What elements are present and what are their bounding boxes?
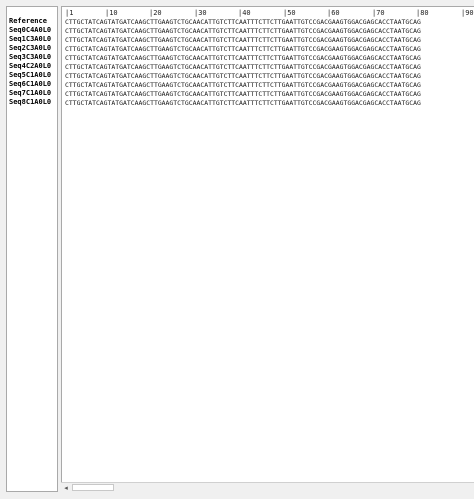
position-ruler: |1 |10 |20 |30 |40 |50 |60 |70 |80 |90 — [62, 9, 474, 18]
ruler-tick: |60 — [327, 9, 340, 17]
ruler-tick: |80 — [416, 9, 429, 17]
sequence-name-reference[interactable]: Reference — [9, 17, 51, 26]
ruler-tick: |20 — [149, 9, 162, 17]
sequence-name[interactable]: Seq1C3A0L0 — [9, 35, 51, 44]
sequence-names-list: Reference Seq0C4A0L0 Seq1C3A0L0 Seq2C3A0… — [9, 17, 51, 107]
sequence-name[interactable]: Seq4C2A0L0 — [9, 62, 51, 71]
arrow-left-icon[interactable]: ◂ — [61, 483, 71, 493]
sequence-row[interactable]: CTTGCTATCAGTATGATCAAGCTTGAAGTCTGCAACATTG… — [65, 45, 421, 54]
sequence-name[interactable]: Seq8C1A0L0 — [9, 98, 51, 107]
sequence-name[interactable]: Seq2C3A0L0 — [9, 44, 51, 53]
ruler-tick: |70 — [372, 9, 385, 17]
sequence-row[interactable]: CTTGCTATCAGTATGATCAAGCTTGAAGTCTGCAACATTG… — [65, 81, 421, 90]
sequence-row[interactable]: CTTGCTATCAGTATGATCAAGCTTGAAGTCTGCAACATTG… — [65, 27, 421, 36]
sequence-row[interactable]: CTTGCTATCAGTATGATCAAGCTTGAAGTCTGCAACATTG… — [65, 36, 421, 45]
sequence-name[interactable]: Seq5C1A0L0 — [9, 71, 51, 80]
sequence-names-panel: Reference Seq0C4A0L0 Seq1C3A0L0 Seq2C3A0… — [6, 6, 58, 492]
sequence-rows: CTTGCTATCAGTATGATCAAGCTTGAAGTCTGCAACATTG… — [65, 18, 421, 108]
sequence-name[interactable]: Seq0C4A0L0 — [9, 26, 51, 35]
scrollbar-thumb[interactable] — [72, 484, 114, 491]
sequence-row-reference[interactable]: CTTGCTATCAGTATGATCAAGCTTGAAGTCTGCAACATTG… — [65, 18, 421, 27]
ruler-tick: |30 — [194, 9, 207, 17]
sequence-row[interactable]: CTTGCTATCAGTATGATCAAGCTTGAAGTCTGCAACATTG… — [65, 90, 421, 99]
horizontal-scrollbar[interactable]: ◂ — [61, 482, 474, 493]
sequence-row[interactable]: CTTGCTATCAGTATGATCAAGCTTGAAGTCTGCAACATTG… — [65, 72, 421, 81]
sequence-row[interactable]: CTTGCTATCAGTATGATCAAGCTTGAAGTCTGCAACATTG… — [65, 63, 421, 72]
sequence-name[interactable]: Seq7C1A0L0 — [9, 89, 51, 98]
sequence-name[interactable]: Seq6C1A0L0 — [9, 80, 51, 89]
ruler-tick: |90 — [461, 9, 474, 17]
alignment-panel[interactable]: |1 |10 |20 |30 |40 |50 |60 |70 |80 |90 C… — [61, 6, 474, 492]
sequence-row[interactable]: CTTGCTATCAGTATGATCAAGCTTGAAGTCTGCAACATTG… — [65, 99, 421, 108]
ruler-tick: |40 — [238, 9, 251, 17]
sequence-row[interactable]: CTTGCTATCAGTATGATCAAGCTTGAAGTCTGCAACATTG… — [65, 54, 421, 63]
ruler-tick: |50 — [283, 9, 296, 17]
ruler-tick: |10 — [105, 9, 118, 17]
sequence-name[interactable]: Seq3C3A0L0 — [9, 53, 51, 62]
ruler-tick: |1 — [65, 9, 74, 17]
